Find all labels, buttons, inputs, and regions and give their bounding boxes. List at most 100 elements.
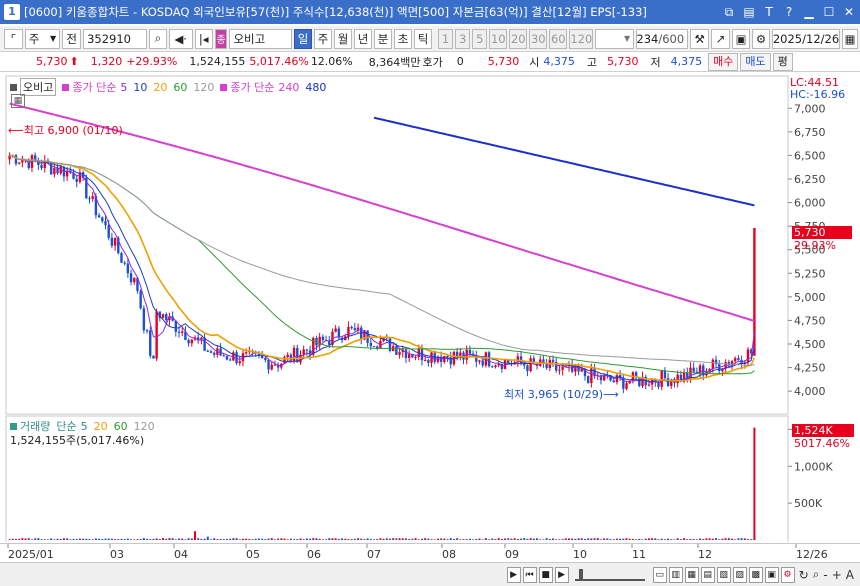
zoom-out-button[interactable]: - (823, 568, 827, 582)
cursor-tool-icon[interactable]: ⌜ (4, 28, 23, 49)
first-icon[interactable]: ⏮ (522, 566, 537, 583)
legend-ma20[interactable]: 20 (153, 81, 167, 94)
close-icon[interactable]: ✕ (840, 3, 858, 21)
legend-ma480[interactable]: 480 (305, 81, 326, 94)
save-icon[interactable]: ▣ (732, 28, 750, 49)
minute-option-1[interactable]: 1 (438, 28, 454, 49)
search-icon[interactable]: ⌕ (813, 567, 820, 582)
candle-body (407, 354, 411, 358)
refresh-icon[interactable]: ↻ (799, 568, 809, 582)
legend-ma240[interactable]: 240 (278, 81, 299, 94)
minute-option-30[interactable]: 30 (529, 28, 548, 49)
next-icon[interactable]: ▶ (554, 566, 569, 583)
layout-8-icon[interactable]: ▣ (764, 566, 779, 583)
legend-vol-ma5[interactable]: 5 (81, 420, 88, 433)
price-tick-label: 4,250 (794, 362, 826, 375)
zoom-slider-thumb[interactable] (578, 568, 583, 581)
x-tick-label: 03 (110, 548, 124, 561)
layout-2-icon[interactable]: ▥ (668, 566, 683, 583)
candle-body (372, 346, 376, 348)
volume-bar (408, 539, 411, 540)
date-input[interactable]: 2025/12/26 (772, 28, 840, 49)
period-select[interactable]: 주 ▼ (24, 28, 61, 49)
legend-vol-ma120[interactable]: 120 (134, 420, 155, 433)
candle-body (481, 360, 484, 366)
config-icon[interactable]: ⚙ (780, 566, 795, 583)
window-list-icon[interactable]: ▤ (740, 3, 758, 21)
period-tab-minute[interactable]: 분 (374, 28, 392, 49)
legend-ma120[interactable]: 120 (193, 81, 214, 94)
search-icon[interactable]: ⌕ (149, 28, 167, 49)
interval-select[interactable]: ▼ (595, 28, 635, 49)
candle-body (414, 356, 417, 358)
calendar-icon[interactable]: ▦ (842, 28, 858, 49)
layout-6-icon[interactable]: ▨ (732, 566, 747, 583)
minute-option-10[interactable]: 10 (489, 28, 508, 49)
period-tab-second[interactable]: 초 (394, 28, 412, 49)
zoom-in-button[interactable]: + (832, 568, 842, 582)
buy-button[interactable]: 매수 (708, 52, 739, 71)
minimize-icon[interactable]: ▁ (800, 3, 818, 21)
minute-option-60[interactable]: 60 (549, 28, 568, 49)
volume-bar (14, 538, 17, 540)
minute-option-5[interactable]: 5 (472, 28, 488, 49)
period-tab-week[interactable]: 주 (314, 28, 332, 49)
layout-4-icon[interactable]: ▤ (700, 566, 715, 583)
volume-bar (363, 539, 366, 540)
legend-vol-ma60[interactable]: 60 (114, 420, 128, 433)
help-icon[interactable]: ? (780, 3, 798, 21)
stop-icon[interactable]: ■ (538, 566, 553, 583)
chart-area[interactable]: 4,0004,2504,5004,7505,0005,2505,5005,750… (0, 72, 860, 544)
chart-svg[interactable]: 4,0004,2504,5004,7505,0005,2505,5005,750… (0, 72, 860, 544)
legend-ma-label[interactable]: 종가 단순 (72, 79, 116, 95)
zoom-slider[interactable] (574, 568, 645, 581)
draw-tool-icon[interactable]: ↗ (711, 28, 730, 49)
step-back-icon[interactable]: |◂ (194, 28, 213, 49)
volume-bar (724, 538, 727, 540)
period-tab-year[interactable]: 년 (354, 28, 372, 49)
volume-bar (561, 539, 564, 540)
settings-icon[interactable]: ⚙ (752, 28, 770, 49)
period-tab-month[interactable]: 월 (334, 28, 352, 49)
volume-bar (683, 538, 686, 540)
count-input[interactable]: 234/600 (636, 28, 689, 49)
period-tab-day[interactable]: 일 (294, 28, 312, 49)
volume-bar (590, 538, 593, 540)
period-tab-tick[interactable]: 틱 (414, 28, 432, 49)
minute-option-120[interactable]: 120 (569, 28, 594, 49)
prev-button[interactable]: 전 (62, 28, 82, 49)
volume-bar (277, 538, 280, 540)
chart-tool-icon[interactable]: ⚒ (690, 28, 710, 49)
stock-code-input[interactable]: 352910 (83, 28, 148, 49)
sound-icon[interactable]: ◀· (168, 28, 193, 49)
volume-bar (219, 538, 222, 540)
legend-ma5[interactable]: 5 (120, 81, 127, 94)
volume-bar (427, 538, 430, 540)
legend-vol-ma20[interactable]: 20 (94, 420, 108, 433)
legend-ma2-label[interactable]: 종가 단순 (230, 79, 274, 95)
stock-name-field[interactable]: 오비고 (229, 28, 292, 49)
layout-3-icon[interactable]: ▦ (684, 566, 699, 583)
sell-button[interactable]: 매도 (740, 52, 771, 71)
eval-button[interactable]: 평 (772, 52, 793, 71)
volume-bar (293, 539, 296, 540)
play-icon[interactable]: ▶ (506, 566, 521, 583)
font-button[interactable]: A (846, 568, 854, 582)
minute-option-20[interactable]: 20 (509, 28, 528, 49)
count-value: 234 (636, 31, 659, 46)
grid-icon[interactable]: ▦ (11, 94, 25, 108)
layout-1-icon[interactable]: ▭ (652, 566, 667, 583)
price-tick-label: 4,000 (794, 385, 826, 398)
candle-body (212, 352, 216, 355)
legend-stock-name[interactable]: 오비고 (20, 78, 57, 96)
layout-7-icon[interactable]: ▩ (748, 566, 763, 583)
maximize-icon[interactable]: ☐ (820, 3, 838, 21)
restore-icon[interactable]: ⧉ (720, 3, 738, 21)
legend-ma10[interactable]: 10 (133, 81, 147, 94)
minute-option-3[interactable]: 3 (455, 28, 471, 49)
layout-5-icon[interactable]: ▧ (716, 566, 731, 583)
legend-ma60[interactable]: 60 (173, 81, 187, 94)
pin-icon[interactable]: T (760, 3, 778, 21)
volume-bar (670, 539, 673, 540)
candle-body (353, 328, 357, 330)
